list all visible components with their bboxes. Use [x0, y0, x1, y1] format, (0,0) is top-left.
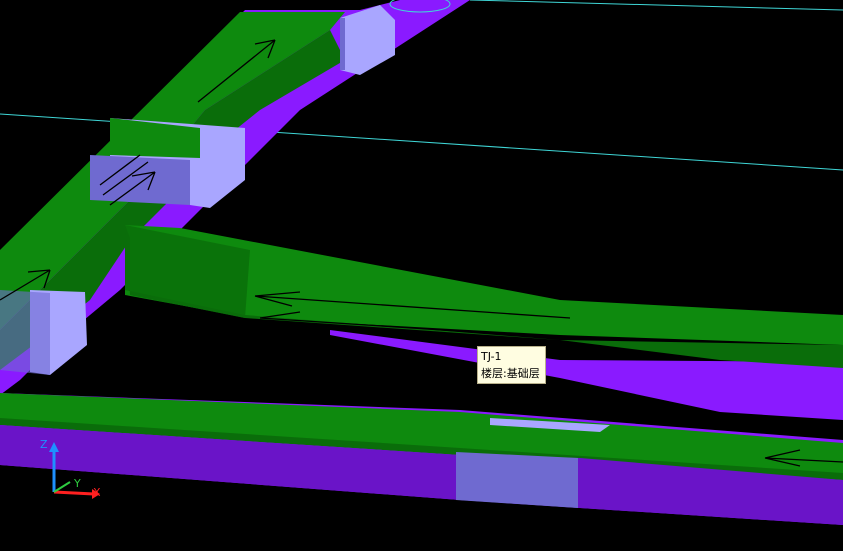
axis-x-label: X — [93, 486, 101, 499]
pile-cap-2[interactable] — [90, 118, 245, 208]
pile-cap-1[interactable] — [340, 5, 395, 75]
pile-cap-3[interactable] — [0, 290, 87, 375]
tooltip-floor: 楼层:基础层 — [481, 367, 540, 380]
bottom-ground-beam[interactable] — [0, 393, 843, 525]
scene-svg — [0, 0, 843, 525]
tooltip-element-name: TJ-1 — [481, 350, 502, 363]
grid-line-top — [469, 0, 843, 11]
axis-z-label: Z — [40, 438, 48, 451]
sloped-ground-beam[interactable] — [125, 225, 843, 420]
element-tooltip: TJ-1 楼层:基础层 — [477, 346, 546, 384]
axis-y-label: Y — [74, 477, 81, 490]
3d-viewport[interactable]: Z Y X TJ-1 楼层:基础层 — [0, 0, 843, 547]
